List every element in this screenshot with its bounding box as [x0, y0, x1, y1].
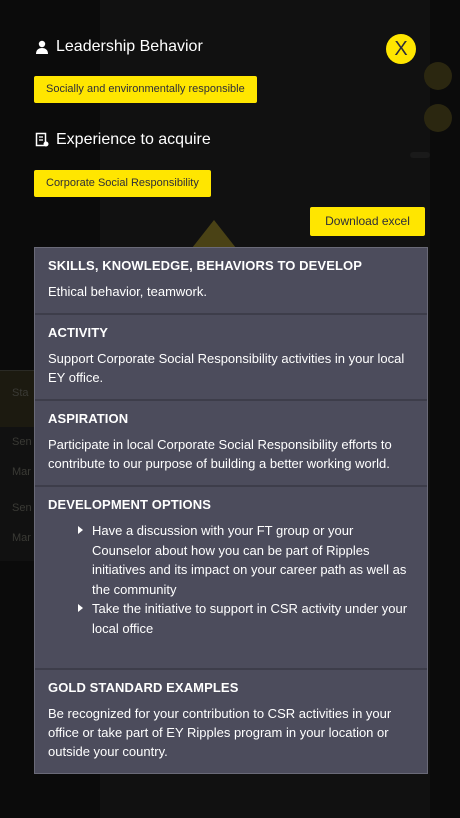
- activity-heading: ACTIVITY: [48, 325, 109, 340]
- development-heading: DEVELOPMENT OPTIONS: [48, 497, 211, 512]
- bullet-arrow-icon: [78, 604, 83, 612]
- background-table-cell: Sen: [12, 436, 32, 448]
- background-table-cell: Mar: [12, 532, 31, 544]
- leadership-behavior-label: Leadership Behavior: [56, 38, 203, 55]
- skills-text: Ethical behavior, teamwork.: [48, 284, 207, 299]
- gold-standard-section: GOLD STANDARD EXAMPLES Be recognized for…: [35, 670, 427, 773]
- development-list: Have a discussion with your FT group or …: [48, 521, 414, 638]
- download-excel-button[interactable]: Download excel: [310, 207, 425, 236]
- activity-section: ACTIVITY Support Corporate Social Respon…: [35, 315, 427, 401]
- document-icon: [34, 132, 50, 148]
- background-search-icon: [424, 104, 452, 132]
- experience-label: Experience to acquire: [56, 131, 211, 148]
- background-table-cell: Sen: [12, 502, 32, 514]
- background-table-cell: Mar: [12, 466, 31, 478]
- aspiration-section: ASPIRATION Participate in local Corporat…: [35, 401, 427, 487]
- activity-text: Support Corporate Social Responsibility …: [48, 351, 405, 385]
- background-triangle-icon: [192, 220, 236, 248]
- experience-title: Experience to acquire: [34, 131, 211, 149]
- background-table: Sta Sen Mar Sen Mar: [0, 370, 34, 561]
- details-panel: SKILLS, KNOWLEDGE, BEHAVIORS TO DEVELOP …: [34, 247, 428, 774]
- aspiration-heading: ASPIRATION: [48, 411, 129, 426]
- list-item: Take the initiative to support in CSR ac…: [78, 599, 414, 638]
- list-item: Have a discussion with your FT group or …: [78, 521, 414, 599]
- leadership-behavior-tag: Socially and environmentally responsible: [34, 76, 257, 103]
- development-section: DEVELOPMENT OPTIONS Have a discussion wi…: [35, 487, 427, 670]
- close-button[interactable]: X: [386, 34, 416, 64]
- skills-section: SKILLS, KNOWLEDGE, BEHAVIORS TO DEVELOP …: [35, 248, 427, 315]
- gold-standard-text: Be recognized for your contribution to C…: [48, 706, 392, 759]
- person-icon: [34, 39, 50, 55]
- background-grid-icon: [424, 62, 452, 90]
- bullet-arrow-icon: [78, 526, 83, 534]
- background-table-header: Sta: [0, 371, 34, 427]
- experience-tag: Corporate Social Responsibility: [34, 170, 211, 197]
- leadership-behavior-title: Leadership Behavior: [34, 38, 203, 56]
- aspiration-text: Participate in local Corporate Social Re…: [48, 437, 392, 471]
- background-marker: [410, 152, 430, 158]
- skills-heading: SKILLS, KNOWLEDGE, BEHAVIORS TO DEVELOP: [48, 258, 363, 273]
- gold-standard-heading: GOLD STANDARD EXAMPLES: [48, 680, 239, 695]
- development-item-text: Take the initiative to support in CSR ac…: [92, 601, 408, 636]
- development-item-text: Have a discussion with your FT group or …: [92, 523, 407, 597]
